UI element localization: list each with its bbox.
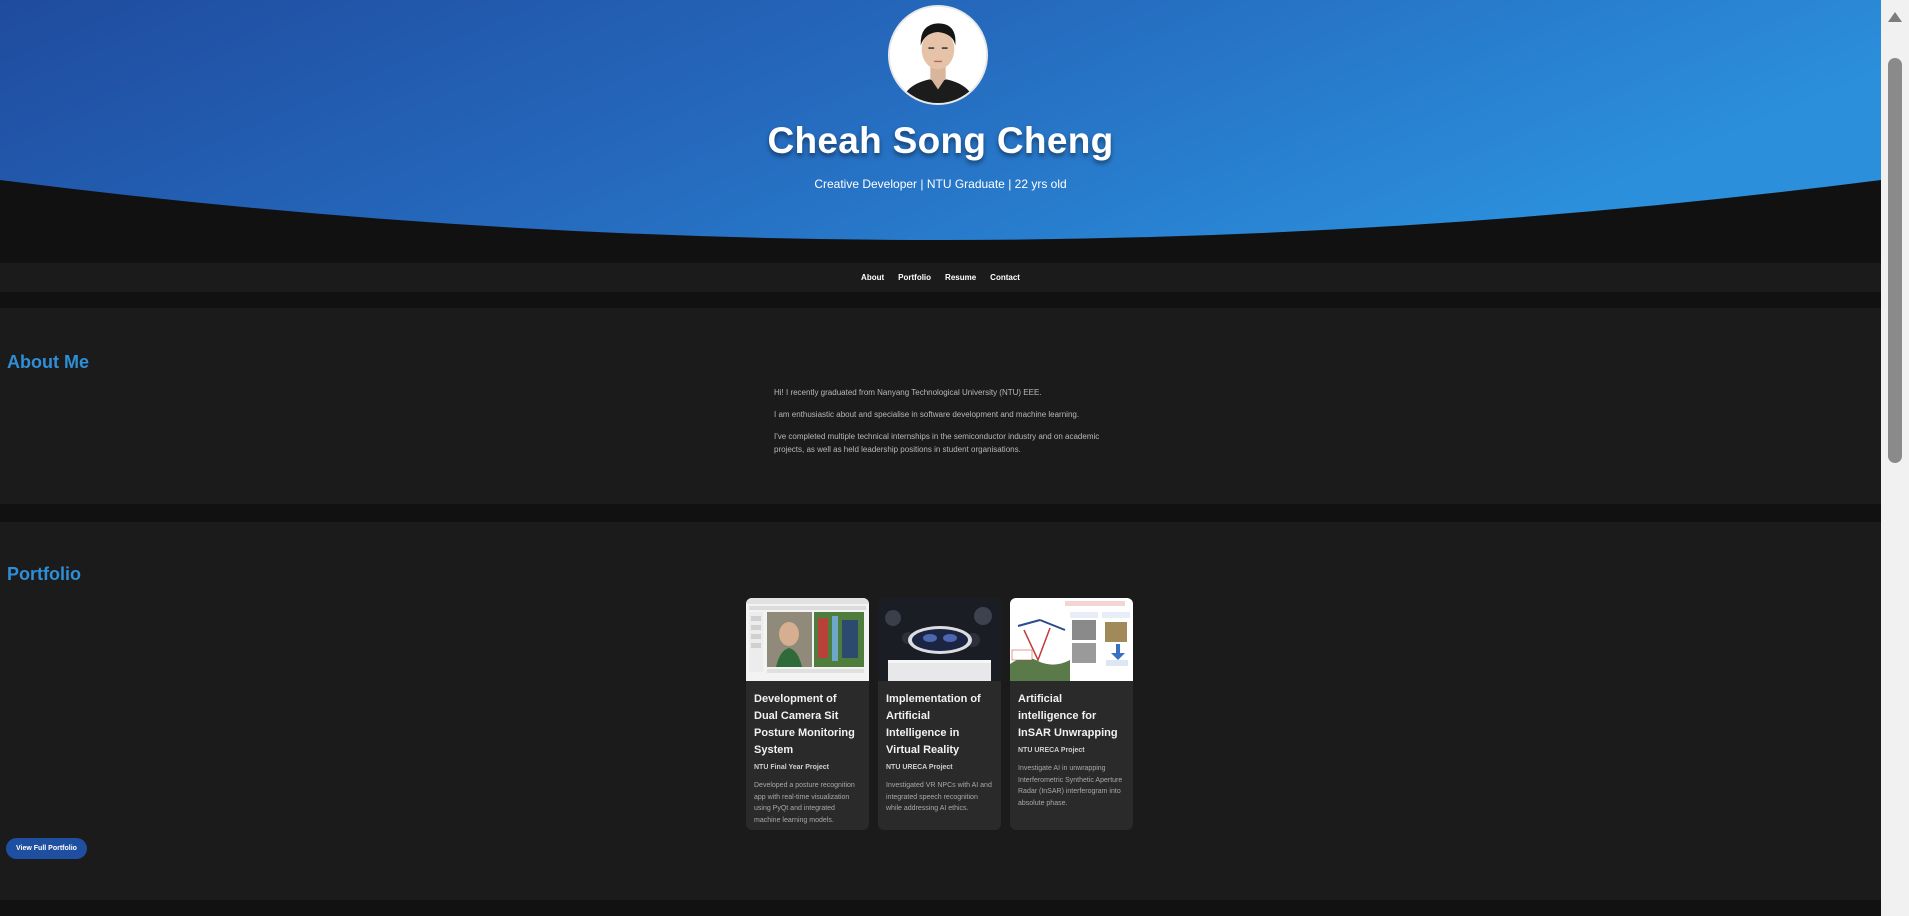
card-subtitle: NTU URECA Project: [1018, 747, 1085, 754]
portfolio-card-insar[interactable]: Artificial intelligence for InSAR Unwrap…: [1010, 598, 1133, 830]
posture-app-screenshot: [746, 598, 869, 681]
nav-item-about[interactable]: About: [861, 273, 884, 282]
main-nav: About Portfolio Resume Contact: [0, 263, 1881, 292]
about-section: About Me Hi! I recently graduated from N…: [0, 308, 1881, 504]
card-description: Developed a posture recognition app with…: [754, 782, 855, 824]
portfolio-title: Portfolio: [7, 564, 81, 584]
view-full-portfolio-button[interactable]: View Full Portfolio: [6, 838, 87, 859]
about-paragraph: I've completed multiple technical intern…: [774, 432, 1100, 454]
avatar: [888, 5, 988, 105]
hero-name: Cheah Song Cheng: [767, 120, 1114, 161]
page: Cheah Song Cheng Creative Developer | NT…: [0, 0, 1881, 916]
portfolio-cards: Development of Dual Camera Sit Posture M…: [746, 598, 1133, 830]
about-title: About Me: [7, 352, 89, 372]
card-title: Artificial intelligence for InSAR Unwrap…: [1018, 693, 1118, 739]
vertical-scrollbar[interactable]: [1881, 0, 1909, 916]
nav-item-portfolio[interactable]: Portfolio: [898, 273, 931, 282]
about-paragraph: I am enthusiastic about and specialise i…: [774, 410, 1080, 419]
about-paragraph: Hi! I recently graduated from Nanyang Te…: [774, 388, 1042, 397]
card-subtitle: NTU Final Year Project: [754, 764, 829, 771]
card-title: Implementation of Artificial Intelligenc…: [886, 693, 981, 756]
portfolio-card-posture[interactable]: Development of Dual Camera Sit Posture M…: [746, 598, 869, 830]
scroll-up-icon[interactable]: [1888, 12, 1902, 22]
nav-item-resume[interactable]: Resume: [945, 273, 976, 282]
card-title: Development of Dual Camera Sit Posture M…: [754, 693, 855, 756]
insar-diagram-image: [1010, 598, 1133, 681]
hero-subtitle: Creative Developer | NTU Graduate | 22 y…: [814, 177, 1067, 191]
portfolio-card-vr[interactable]: Implementation of Artificial Intelligenc…: [878, 598, 1001, 830]
avatar-portrait: [890, 7, 986, 103]
about-text: Hi! I recently graduated from Nanyang Te…: [774, 386, 1104, 465]
nav-item-contact[interactable]: Contact: [990, 273, 1020, 282]
card-description: Investigated VR NPCs with AI and integra…: [886, 782, 992, 812]
vr-headset-image: [878, 598, 1001, 681]
card-description: Investigate AI in unwrapping Interferome…: [1018, 765, 1123, 807]
card-subtitle: NTU URECA Project: [886, 764, 953, 771]
scroll-thumb[interactable]: [1888, 58, 1902, 463]
portfolio-section: Portfolio Development of Dual Camera Sit…: [0, 522, 1881, 900]
